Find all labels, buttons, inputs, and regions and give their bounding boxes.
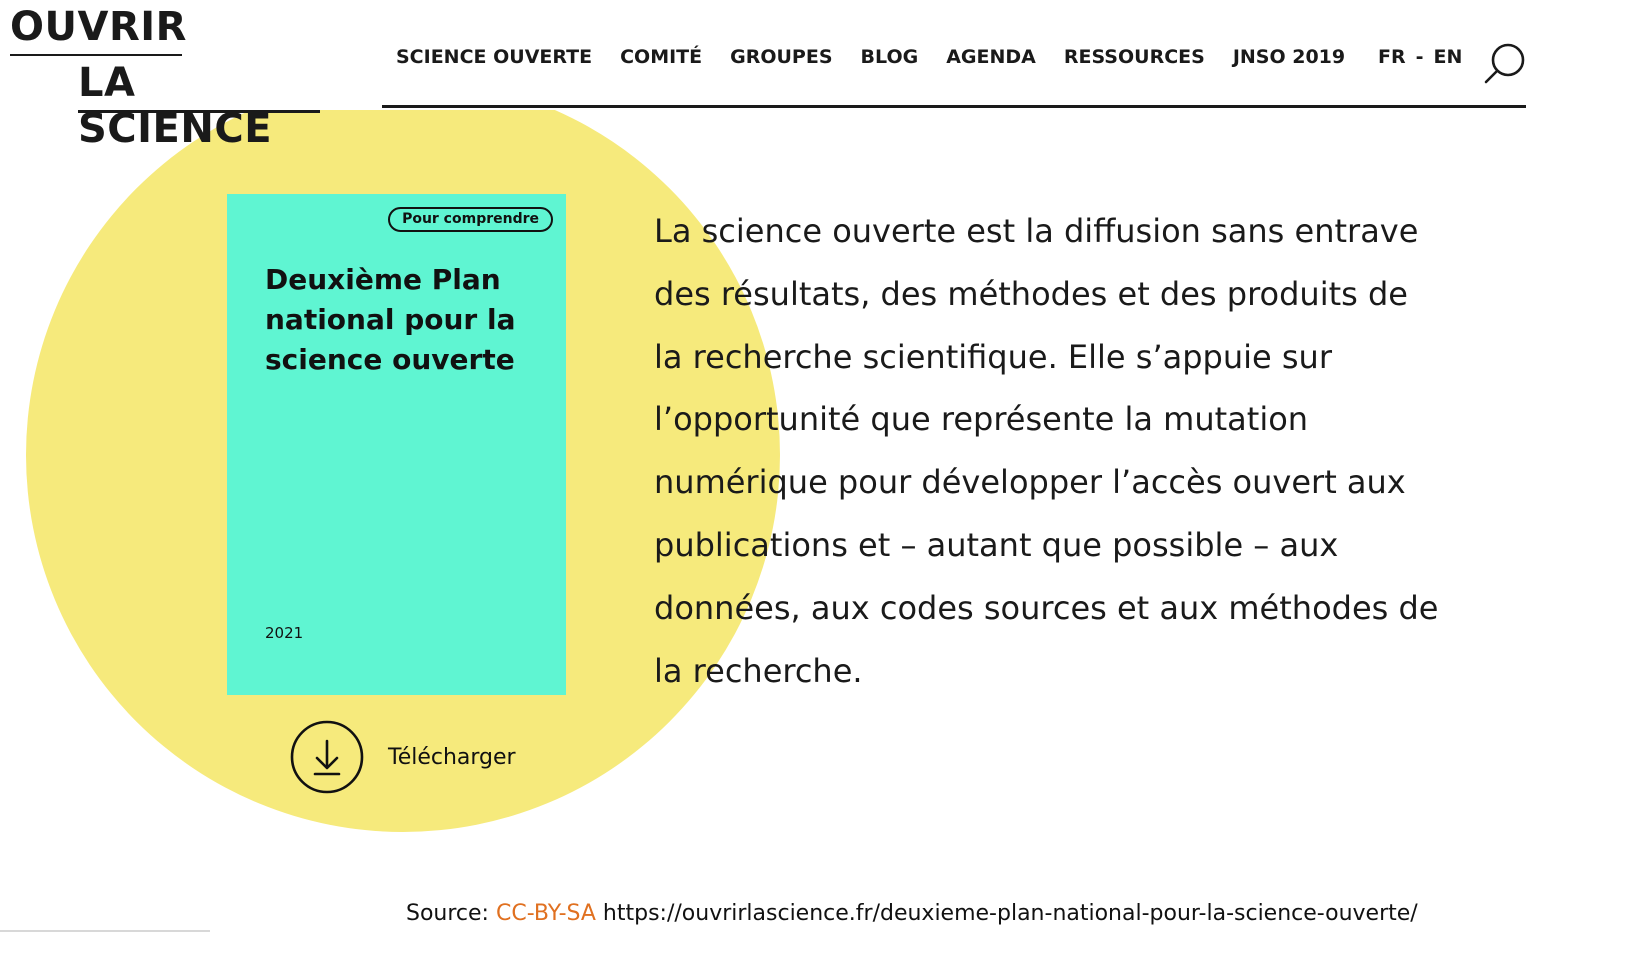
intro-paragraph: La science ouverte est la diffusion sans… <box>654 200 1494 702</box>
cover-badge: Pour comprendre <box>388 207 553 232</box>
logo-line-1: OUVRIR <box>10 4 187 50</box>
nav-item-ressources[interactable]: RESSOURCES <box>1064 44 1205 70</box>
lang-fr-link[interactable]: FR <box>1378 44 1406 70</box>
intro-line: données, aux codes sources et aux méthod… <box>654 588 1439 627</box>
cover-year: 2021 <box>265 624 304 642</box>
language-switch: FR - EN <box>1378 44 1462 70</box>
search-icon <box>1484 43 1525 84</box>
main-nav: SCIENCE OUVERTE COMITÉ GROUPES BLOG AGEN… <box>396 44 1345 70</box>
download-label: Télécharger <box>388 744 516 770</box>
intro-line: publications et – autant que possible – … <box>654 525 1339 564</box>
source-prefix: Source: <box>406 901 496 926</box>
download-button[interactable]: Télécharger <box>290 720 516 794</box>
license-link[interactable]: CC-BY-SA <box>496 901 596 926</box>
search-button[interactable] <box>1482 40 1528 86</box>
source-url[interactable]: https://ouvrirlascience.fr/deuxieme-plan… <box>596 901 1418 926</box>
page: OUVRIR LA SCIENCE SCIENCE OUVERTE COMITÉ… <box>0 0 1626 969</box>
intro-line: des résultats, des méthodes et des produ… <box>654 274 1408 313</box>
intro-line: numérique pour développer l’accès ouvert… <box>654 463 1406 502</box>
logo-underline-2 <box>78 110 320 113</box>
nav-item-comite[interactable]: COMITÉ <box>620 44 702 70</box>
nav-item-groupes[interactable]: GROUPES <box>730 44 832 70</box>
site-logo[interactable]: OUVRIR LA SCIENCE <box>10 4 330 152</box>
intro-line: La science ouverte est la diffusion sans… <box>654 212 1419 250</box>
source-caption: Source: CC-BY-SA https://ouvrirlascience… <box>406 900 1418 928</box>
header-divider <box>382 105 1526 108</box>
intro-line: l’opportunité que représente la mutation <box>654 400 1309 439</box>
intro-line: la recherche scientifique. Elle s’appuie… <box>654 337 1332 376</box>
intro-line: la recherche. <box>654 651 863 690</box>
nav-item-science-ouverte[interactable]: SCIENCE OUVERTE <box>396 44 592 70</box>
document-cover[interactable]: Pour comprendre Deuxième Plan national p… <box>227 194 566 695</box>
nav-item-blog[interactable]: BLOG <box>861 44 919 70</box>
nav-item-jnso-2019[interactable]: JNSO 2019 <box>1233 44 1345 70</box>
logo-line-2: LA SCIENCE <box>78 60 273 152</box>
download-icon <box>290 720 364 794</box>
lang-separator: - <box>1415 46 1424 68</box>
cover-title: Deuxième Plan national pour la science o… <box>265 263 516 376</box>
bottom-divider <box>0 930 210 932</box>
logo-underline-1 <box>10 54 182 56</box>
nav-item-agenda[interactable]: AGENDA <box>946 44 1036 70</box>
lang-en-link[interactable]: EN <box>1434 44 1463 70</box>
